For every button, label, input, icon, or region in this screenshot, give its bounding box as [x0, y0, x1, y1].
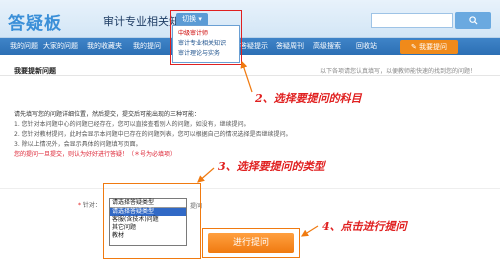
page-hint: 以下各项请您认真填写，以便教师能快速的找到您的问题！: [320, 68, 477, 75]
annotation-step4: 4、点击进行提问: [322, 220, 407, 233]
arrow-step3: [197, 167, 215, 183]
type-field-label: * 针对：: [78, 200, 101, 209]
page-title: 我要提新问题: [14, 67, 56, 75]
nav-recycle-bin[interactable]: 回收站: [356, 38, 377, 55]
nav-advanced-search[interactable]: 高级搜索: [313, 38, 341, 55]
nav-tips[interactable]: 答疑提示: [240, 38, 268, 55]
highlight-box-submit: [202, 228, 300, 258]
annotation-step2: 2、选择要提问的科目: [255, 92, 362, 105]
instructions-line: 1. 您针对本问题中心的问题已经存在，您可以直接查看别人的问题，如没有，继续提问…: [14, 121, 250, 128]
nav-my-questions[interactable]: 我的问题: [10, 38, 38, 55]
highlight-box-type: [103, 183, 201, 259]
highlight-box-subject: [170, 10, 242, 65]
type-field-label-text: 针对：: [82, 202, 101, 209]
instructions: 请先填写您的问题详细位置，然后提交，提交后可能出现的三种可能： 1. 您针对本问…: [14, 110, 304, 160]
required-star: *: [78, 202, 81, 209]
arrow-step4: [300, 225, 319, 237]
instructions-head: 请先填写您的问题详细位置，然后提交，提交后可能出现的三种可能：: [14, 111, 201, 118]
nav-my-asks[interactable]: 我的提问: [133, 38, 161, 55]
search-button[interactable]: [455, 12, 491, 29]
ask-question-label: 我要提问: [419, 43, 448, 51]
ask-question-button[interactable]: ✎ 我要提问: [400, 40, 458, 54]
search-icon: [468, 16, 478, 25]
nav-weekly[interactable]: 答疑周刊: [276, 38, 304, 55]
nav-everyone-questions[interactable]: 大家的问题: [43, 38, 78, 55]
divider: [0, 188, 500, 189]
search-input[interactable]: [371, 13, 453, 28]
instructions-line: 3. 除以上情况外，会显示具体的问题填写页面。: [14, 141, 142, 148]
nav-favorites[interactable]: 我的收藏夹: [87, 38, 122, 55]
site-logo[interactable]: 答疑板: [8, 9, 62, 34]
instructions-line: 2. 您针对教材提问，此时会显示本问题中已存在的问题列表，您可以根据自己的情况选…: [14, 131, 292, 138]
annotation-step3: 3、选择要提问的类型: [218, 160, 325, 173]
